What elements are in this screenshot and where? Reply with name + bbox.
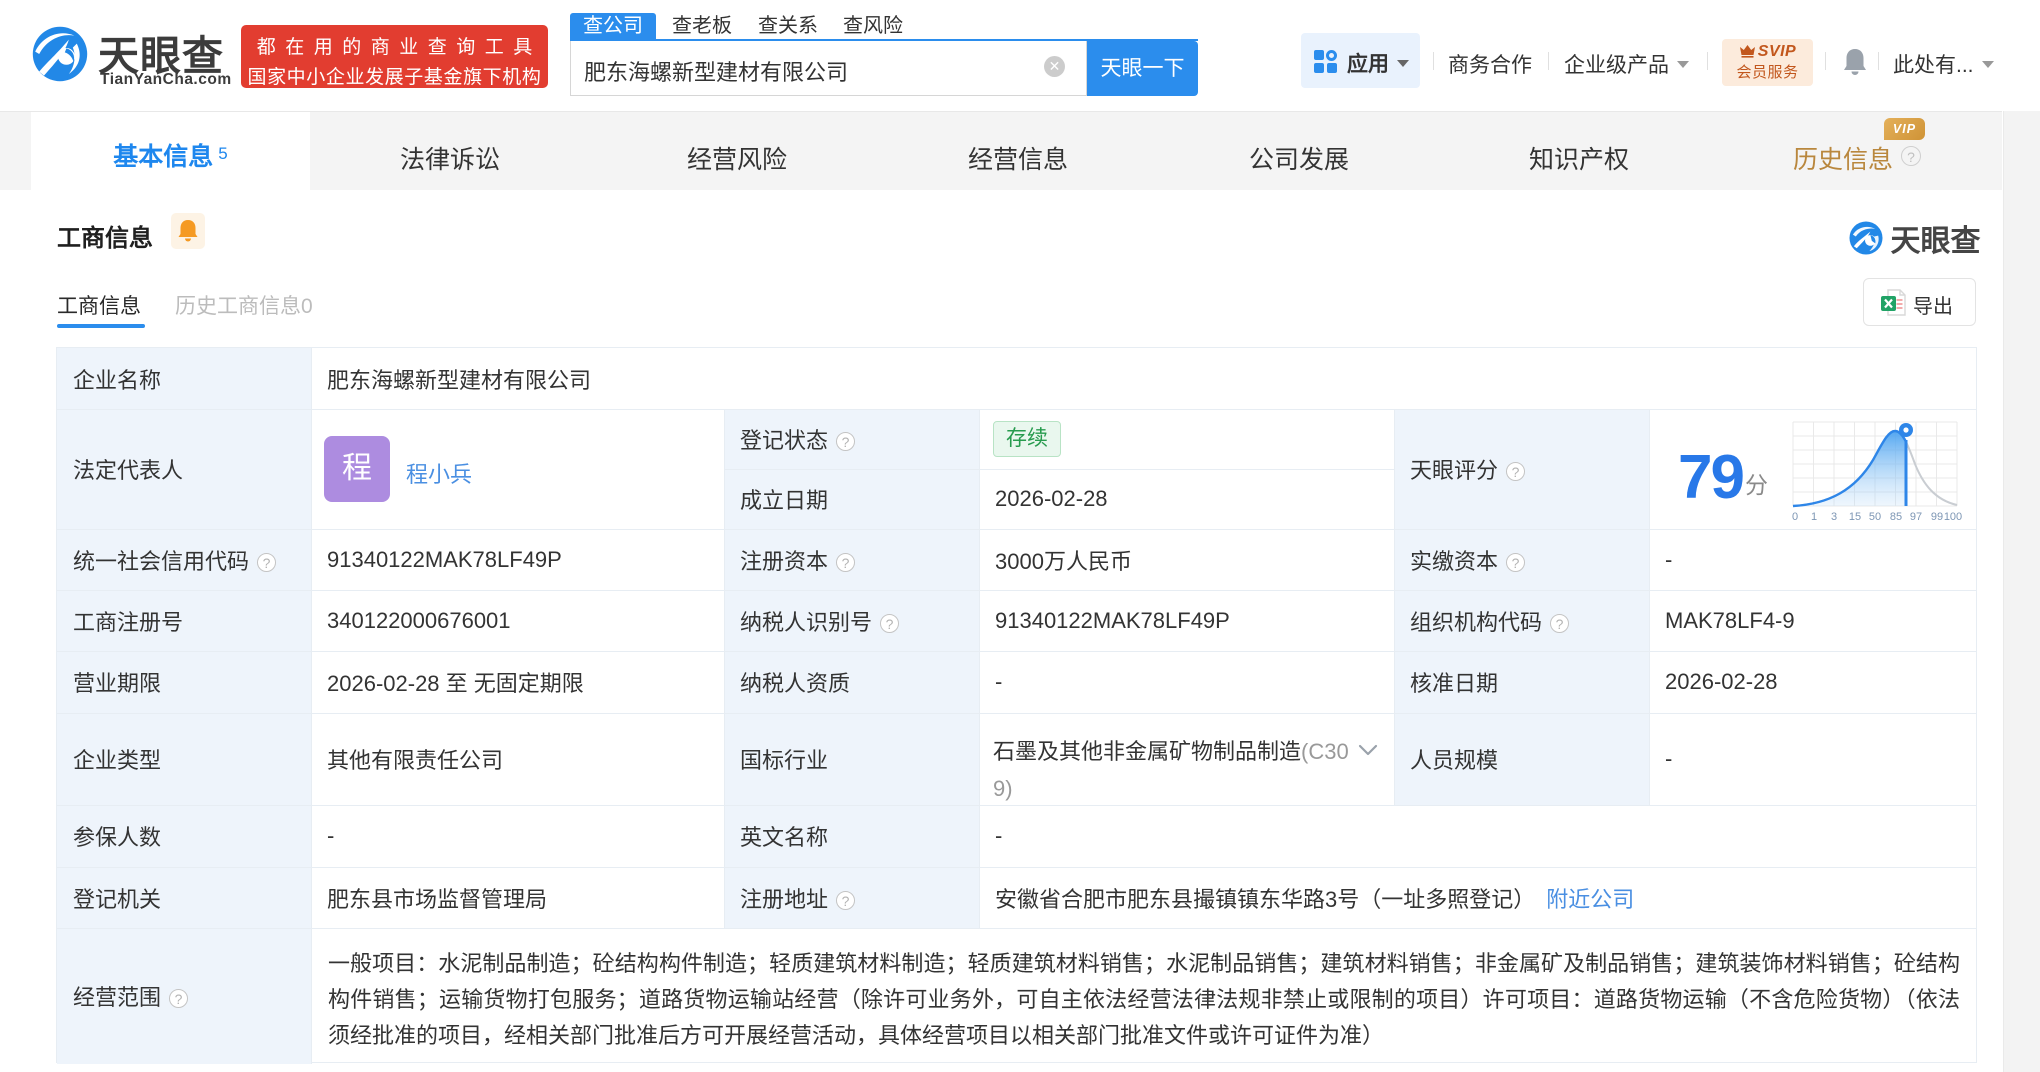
svg-text:85: 85 — [1890, 511, 1902, 522]
svg-text:97: 97 — [1910, 511, 1922, 522]
svg-text:1: 1 — [1811, 511, 1817, 522]
svg-text:0: 0 — [1792, 511, 1798, 522]
svg-text:100: 100 — [1944, 511, 1962, 522]
svg-text:99: 99 — [1931, 511, 1943, 522]
svg-text:50: 50 — [1869, 511, 1881, 522]
svg-text:15: 15 — [1849, 511, 1861, 522]
svg-text:3: 3 — [1831, 511, 1837, 522]
